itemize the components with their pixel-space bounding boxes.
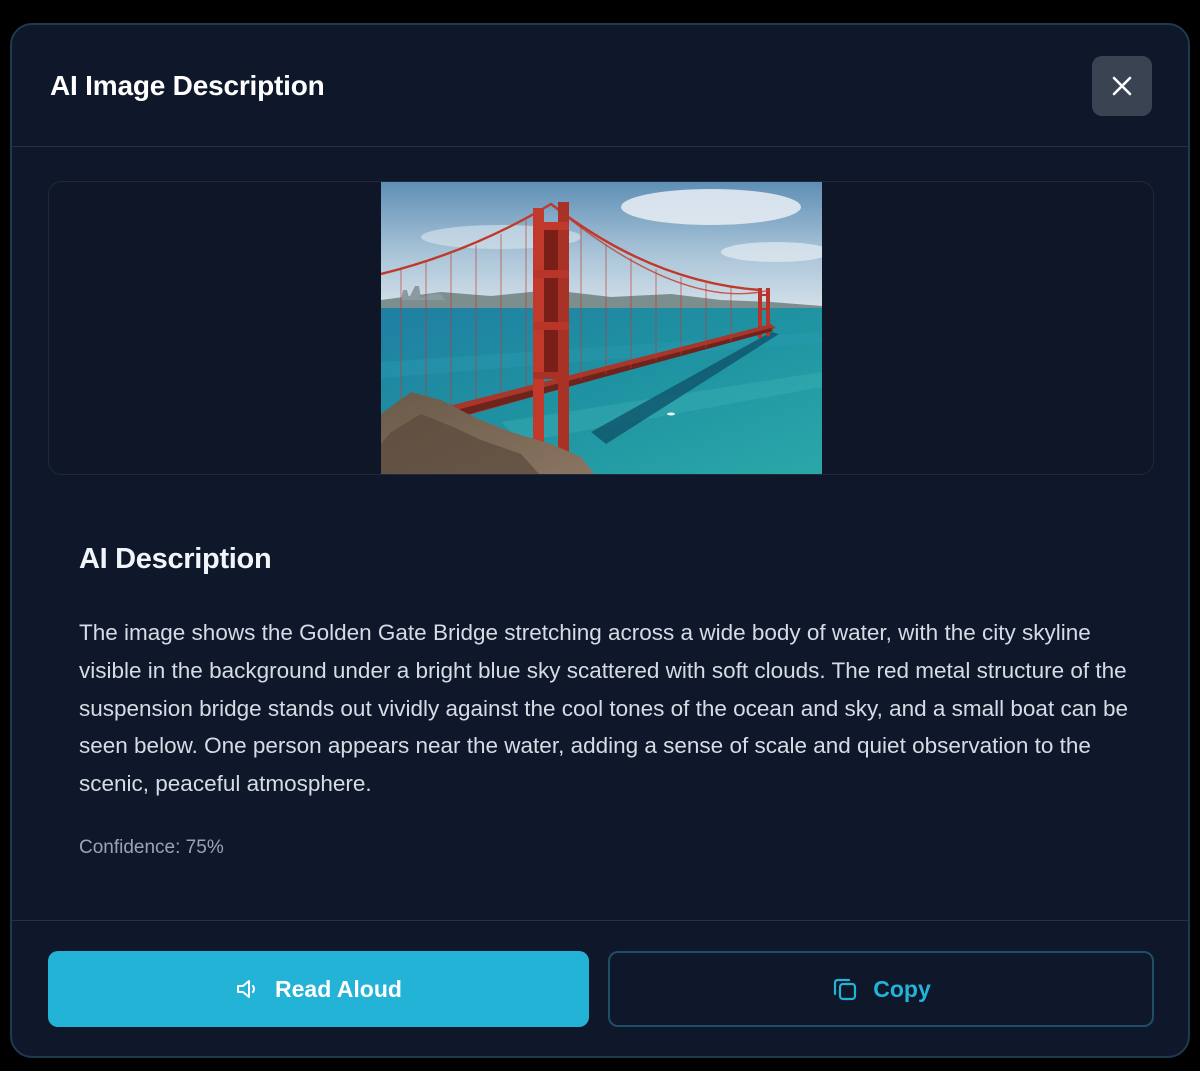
confidence-label: Confidence: 75% (79, 837, 224, 858)
copy-icon (831, 975, 859, 1003)
close-icon (1112, 76, 1132, 95)
description-text: The image shows the Golden Gate Bridge s… (79, 620, 1128, 797)
modal-header: AI Image Description (12, 25, 1188, 147)
image-description-modal: AI Image Description AI Description The … (10, 23, 1190, 1058)
copy-button[interactable]: Copy (608, 951, 1154, 1027)
speaker-icon (235, 977, 261, 1001)
modal-footer: Read Aloud Copy (12, 920, 1188, 1056)
image-preview-frame (48, 181, 1154, 475)
bridge-photo (381, 182, 822, 474)
read-aloud-label: Read Aloud (275, 975, 402, 1002)
copy-label: Copy (873, 975, 931, 1002)
read-aloud-button[interactable]: Read Aloud (48, 951, 589, 1027)
modal-title: AI Image Description (50, 69, 325, 101)
close-button[interactable] (1092, 55, 1152, 116)
description-heading: AI Description (79, 543, 272, 575)
